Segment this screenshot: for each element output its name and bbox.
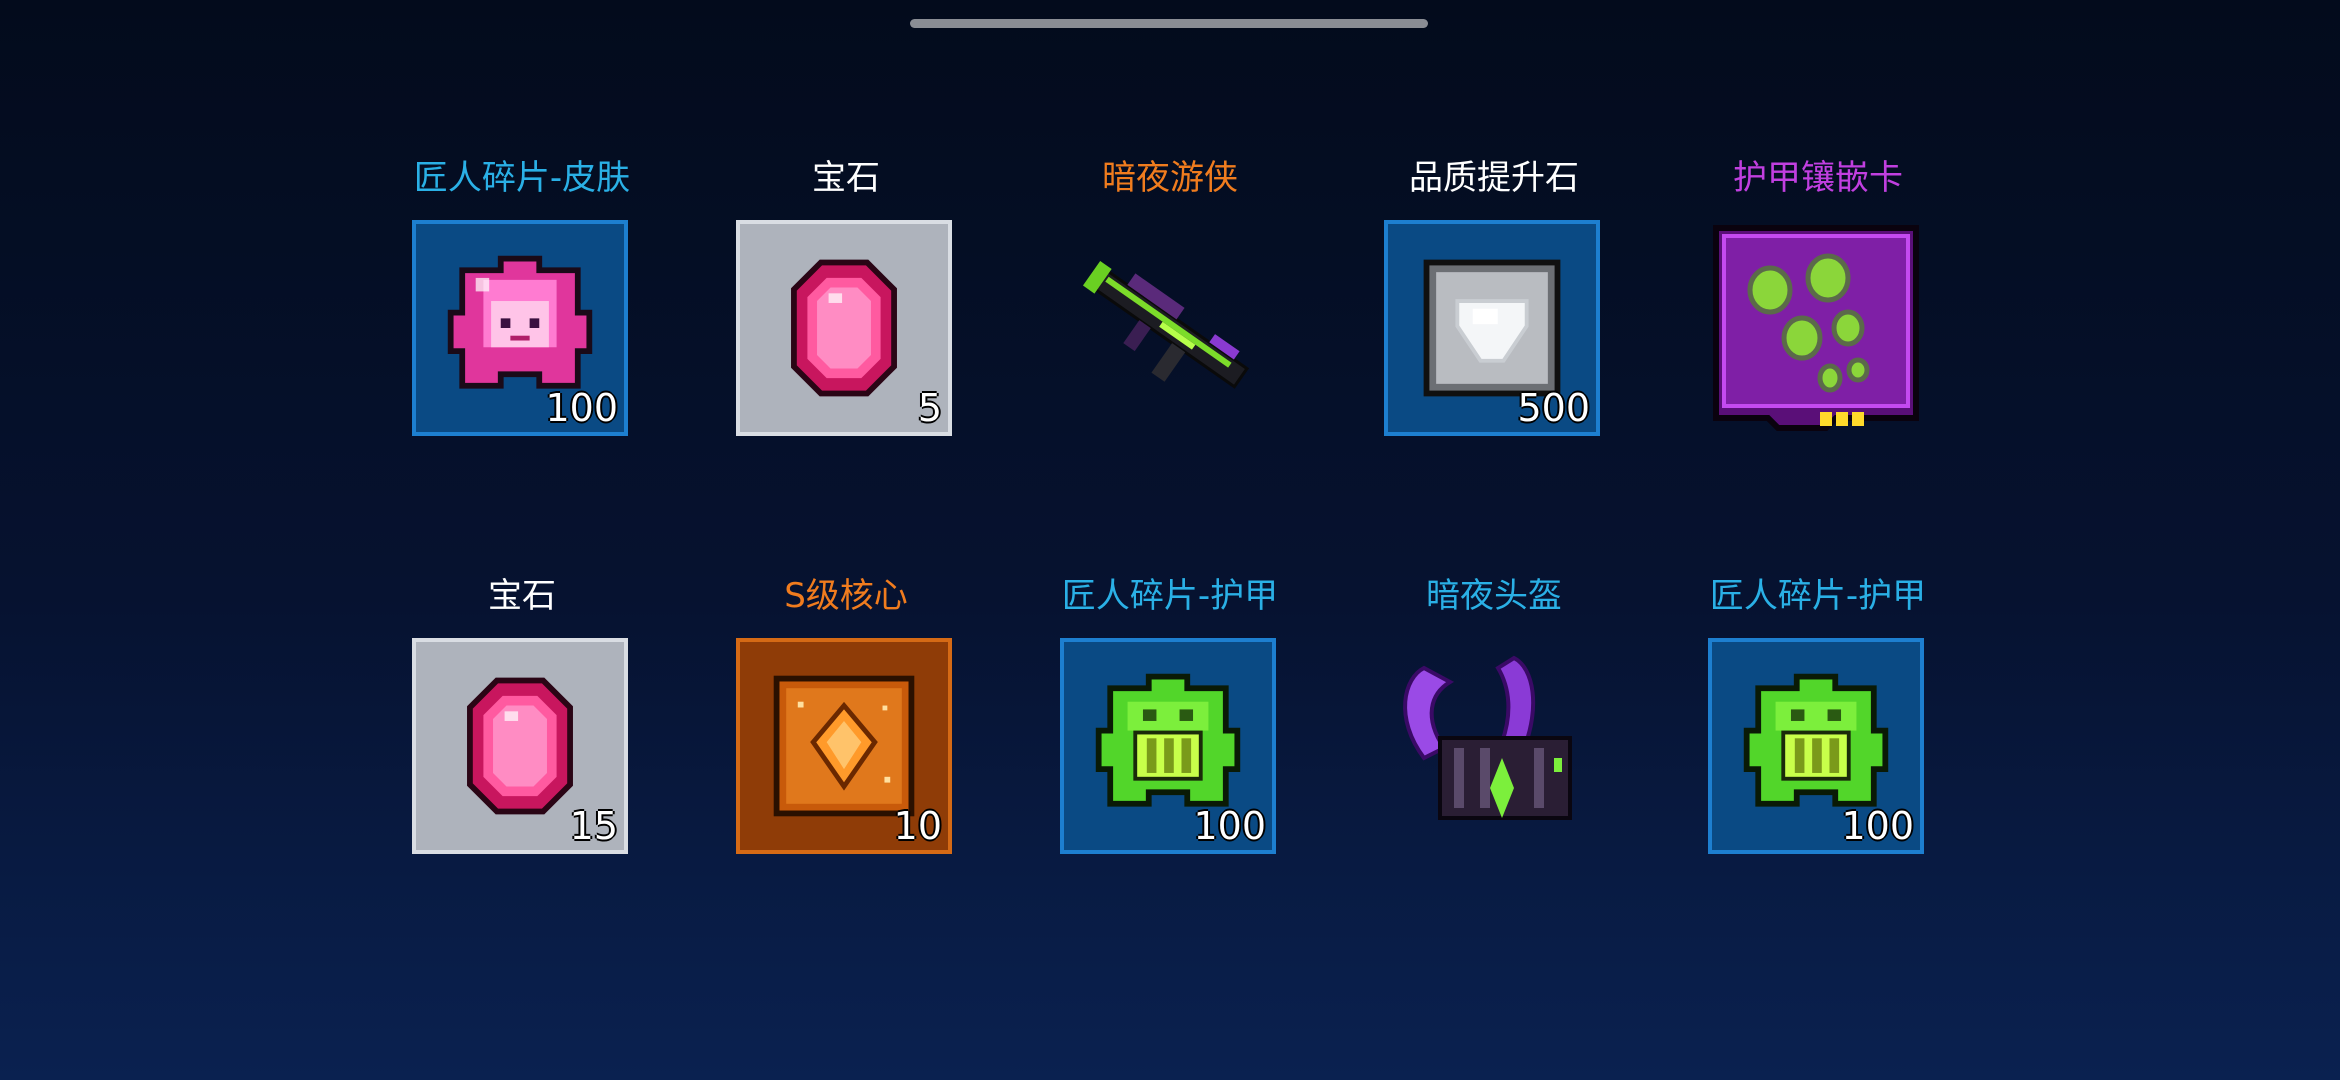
armor-inlay-card-icon	[1713, 225, 1919, 431]
reward-item-count: 100	[1841, 804, 1914, 848]
reward-item-count: 15	[569, 804, 618, 848]
reward-item-frame[interactable]	[1384, 638, 1600, 854]
reward-item-name: 宝石	[488, 576, 556, 616]
reward-item[interactable]: 品质提升石 500	[1332, 158, 1656, 498]
reward-item-frame[interactable]	[1060, 220, 1276, 436]
reward-item-name: 暗夜头盔	[1426, 576, 1562, 616]
reward-item-frame[interactable]: 10	[736, 638, 952, 854]
reward-item[interactable]: 暗夜头盔	[1332, 576, 1656, 916]
reward-item[interactable]: 匠人碎片-护甲 100	[1656, 576, 1980, 916]
reward-item[interactable]: 宝石 5	[684, 158, 1008, 498]
pink-gem-icon	[791, 259, 897, 397]
reward-item-count: 100	[1193, 804, 1266, 848]
reward-item-name: 宝石	[812, 158, 880, 198]
reward-item[interactable]: S级核心 10	[684, 576, 1008, 916]
reward-item-name: 护甲镶嵌卡	[1733, 158, 1903, 198]
reward-item-name: S级核心	[784, 576, 908, 616]
reward-item[interactable]: 宝石 15	[360, 576, 684, 916]
reward-item[interactable]: 护甲镶嵌卡	[1656, 158, 1980, 498]
reward-item-frame[interactable]	[1708, 220, 1924, 436]
reward-item-frame[interactable]: 15	[412, 638, 628, 854]
reward-item-count: 500	[1517, 386, 1590, 430]
reward-item-name: 匠人碎片-皮肤	[413, 158, 631, 198]
reward-item-frame[interactable]: 100	[1708, 638, 1924, 854]
reward-item[interactable]: 暗夜游侠	[1008, 158, 1332, 498]
reward-item-frame[interactable]: 500	[1384, 220, 1600, 436]
reward-item-count: 10	[893, 804, 942, 848]
reward-item[interactable]: 匠人碎片-皮肤 100	[360, 158, 684, 498]
reward-item-count: 5	[917, 386, 942, 430]
dark-helmet-icon	[1403, 655, 1572, 820]
reward-item-count: 100	[545, 386, 618, 430]
dark-rifle-icon	[1082, 260, 1250, 389]
reward-item-name: 品质提升石	[1409, 158, 1579, 198]
reward-item-name: 暗夜游侠	[1102, 158, 1238, 198]
reward-item[interactable]: 匠人碎片-护甲 100	[1008, 576, 1332, 916]
reward-item-frame[interactable]: 100	[1060, 638, 1276, 854]
reward-item-name: 匠人碎片-护甲	[1061, 576, 1279, 616]
reward-grid: 匠人碎片-皮肤 100 宝石 5 暗夜游侠 品质提升石 500 护甲镶嵌卡 宝石…	[0, 0, 2340, 1080]
reward-item-frame[interactable]: 100	[412, 220, 628, 436]
reward-item-frame[interactable]: 5	[736, 220, 952, 436]
reward-item-name: 匠人碎片-护甲	[1709, 576, 1927, 616]
